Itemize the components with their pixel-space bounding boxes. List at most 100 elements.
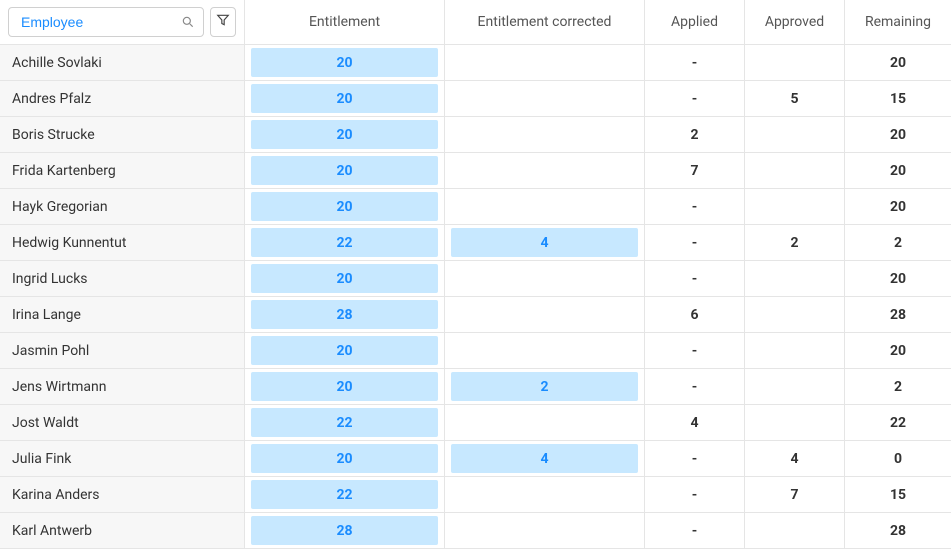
cell-approved[interactable] xyxy=(745,405,845,440)
cell-applied[interactable]: - xyxy=(645,441,745,476)
cell-remaining[interactable]: 20 xyxy=(845,45,951,80)
cell-employee[interactable]: Jost Waldt xyxy=(0,405,245,440)
cell-approved[interactable]: 2 xyxy=(745,225,845,260)
table-row[interactable]: Hedwig Kunnentut224-22 xyxy=(0,225,951,261)
cell-applied[interactable]: - xyxy=(645,261,745,296)
cell-entitlement[interactable]: 22 xyxy=(245,225,445,260)
cell-applied[interactable]: - xyxy=(645,81,745,116)
table-row[interactable]: Ingrid Lucks20-20 xyxy=(0,261,951,297)
cell-entitlement-corrected[interactable] xyxy=(445,45,645,80)
cell-employee[interactable]: Jasmin Pohl xyxy=(0,333,245,368)
cell-applied[interactable]: 6 xyxy=(645,297,745,332)
cell-remaining[interactable]: 2 xyxy=(845,369,951,404)
employee-search-field[interactable] xyxy=(8,7,204,37)
cell-employee[interactable]: Irina Lange xyxy=(0,297,245,332)
cell-applied[interactable]: - xyxy=(645,225,745,260)
cell-entitlement-corrected[interactable] xyxy=(445,477,645,512)
cell-remaining[interactable]: 22 xyxy=(845,405,951,440)
cell-approved[interactable] xyxy=(745,369,845,404)
header-applied[interactable]: Applied xyxy=(645,0,745,44)
cell-remaining[interactable]: 20 xyxy=(845,189,951,224)
table-row[interactable]: Karl Antwerb28-28 xyxy=(0,513,951,549)
cell-applied[interactable]: 7 xyxy=(645,153,745,188)
cell-applied[interactable]: - xyxy=(645,189,745,224)
cell-entitlement[interactable]: 20 xyxy=(245,333,445,368)
table-row[interactable]: Irina Lange28628 xyxy=(0,297,951,333)
cell-entitlement-corrected[interactable] xyxy=(445,405,645,440)
cell-remaining[interactable]: 28 xyxy=(845,297,951,332)
cell-applied[interactable]: - xyxy=(645,513,745,548)
cell-entitlement-corrected[interactable] xyxy=(445,297,645,332)
cell-employee[interactable]: Jens Wirtmann xyxy=(0,369,245,404)
cell-employee[interactable]: Achille Sovlaki xyxy=(0,45,245,80)
cell-remaining[interactable]: 0 xyxy=(845,441,951,476)
cell-entitlement-corrected[interactable] xyxy=(445,153,645,188)
cell-approved[interactable]: 4 xyxy=(745,441,845,476)
header-approved[interactable]: Approved xyxy=(745,0,845,44)
cell-entitlement[interactable]: 28 xyxy=(245,297,445,332)
cell-remaining[interactable]: 20 xyxy=(845,117,951,152)
table-row[interactable]: Jasmin Pohl20-20 xyxy=(0,333,951,369)
cell-employee[interactable]: Frida Kartenberg xyxy=(0,153,245,188)
table-row[interactable]: Boris Strucke20220 xyxy=(0,117,951,153)
header-entitlement-corrected[interactable]: Entitlement corrected xyxy=(445,0,645,44)
cell-approved[interactable] xyxy=(745,297,845,332)
cell-entitlement[interactable]: 20 xyxy=(245,153,445,188)
cell-entitlement-corrected[interactable] xyxy=(445,513,645,548)
cell-entitlement-corrected[interactable] xyxy=(445,189,645,224)
cell-remaining[interactable]: 15 xyxy=(845,81,951,116)
cell-entitlement[interactable]: 20 xyxy=(245,441,445,476)
cell-applied[interactable]: - xyxy=(645,369,745,404)
cell-employee[interactable]: Ingrid Lucks xyxy=(0,261,245,296)
cell-entitlement-corrected[interactable] xyxy=(445,81,645,116)
cell-remaining[interactable]: 20 xyxy=(845,333,951,368)
header-entitlement[interactable]: Entitlement xyxy=(245,0,445,44)
cell-remaining[interactable]: 28 xyxy=(845,513,951,548)
cell-employee[interactable]: Boris Strucke xyxy=(0,117,245,152)
table-row[interactable]: Andres Pfalz20 -515 xyxy=(0,81,951,117)
cell-remaining[interactable]: 2 xyxy=(845,225,951,260)
cell-entitlement-corrected[interactable] xyxy=(445,261,645,296)
table-row[interactable]: Frida Kartenberg20720 xyxy=(0,153,951,189)
cell-approved[interactable]: 7 xyxy=(745,477,845,512)
cell-applied[interactable]: - xyxy=(645,45,745,80)
cell-approved[interactable] xyxy=(745,153,845,188)
cell-entitlement[interactable]: 20 xyxy=(245,369,445,404)
cell-entitlement-corrected[interactable]: 4 xyxy=(445,441,645,476)
cell-employee[interactable]: Hedwig Kunnentut xyxy=(0,225,245,260)
header-remaining[interactable]: Remaining xyxy=(845,0,951,44)
cell-approved[interactable] xyxy=(745,45,845,80)
cell-remaining[interactable]: 20 xyxy=(845,261,951,296)
table-row[interactable]: Jens Wirtmann202-2 xyxy=(0,369,951,405)
table-row[interactable]: Jost Waldt22422 xyxy=(0,405,951,441)
search-input[interactable] xyxy=(19,13,175,31)
cell-applied[interactable]: 4 xyxy=(645,405,745,440)
cell-approved[interactable] xyxy=(745,261,845,296)
cell-entitlement[interactable]: 20 xyxy=(245,189,445,224)
cell-employee[interactable]: Hayk Gregorian xyxy=(0,189,245,224)
cell-entitlement[interactable]: 28 xyxy=(245,513,445,548)
cell-applied[interactable]: 2 xyxy=(645,117,745,152)
cell-entitlement[interactable]: 20 xyxy=(245,117,445,152)
table-row[interactable]: Julia Fink204-40 xyxy=(0,441,951,477)
cell-employee[interactable]: Karl Antwerb xyxy=(0,513,245,548)
cell-entitlement-corrected[interactable] xyxy=(445,117,645,152)
cell-remaining[interactable]: 20 xyxy=(845,153,951,188)
cell-remaining[interactable]: 15 xyxy=(845,477,951,512)
cell-approved[interactable] xyxy=(745,189,845,224)
cell-applied[interactable]: - xyxy=(645,333,745,368)
table-row[interactable]: Karina Anders22-715 xyxy=(0,477,951,513)
cell-approved[interactable] xyxy=(745,333,845,368)
table-row[interactable]: Hayk Gregorian20-20 xyxy=(0,189,951,225)
cell-entitlement[interactable]: 20 xyxy=(245,261,445,296)
cell-entitlement[interactable]: 20 xyxy=(245,81,445,116)
cell-approved[interactable] xyxy=(745,117,845,152)
cell-entitlement-corrected[interactable] xyxy=(445,333,645,368)
cell-approved[interactable]: 5 xyxy=(745,81,845,116)
table-row[interactable]: Achille Sovlaki20-20 xyxy=(0,45,951,81)
cell-entitlement[interactable]: 22 xyxy=(245,477,445,512)
cell-approved[interactable] xyxy=(745,513,845,548)
cell-entitlement-corrected[interactable]: 4 xyxy=(445,225,645,260)
cell-employee[interactable]: Andres Pfalz xyxy=(0,81,245,116)
cell-employee[interactable]: Karina Anders xyxy=(0,477,245,512)
